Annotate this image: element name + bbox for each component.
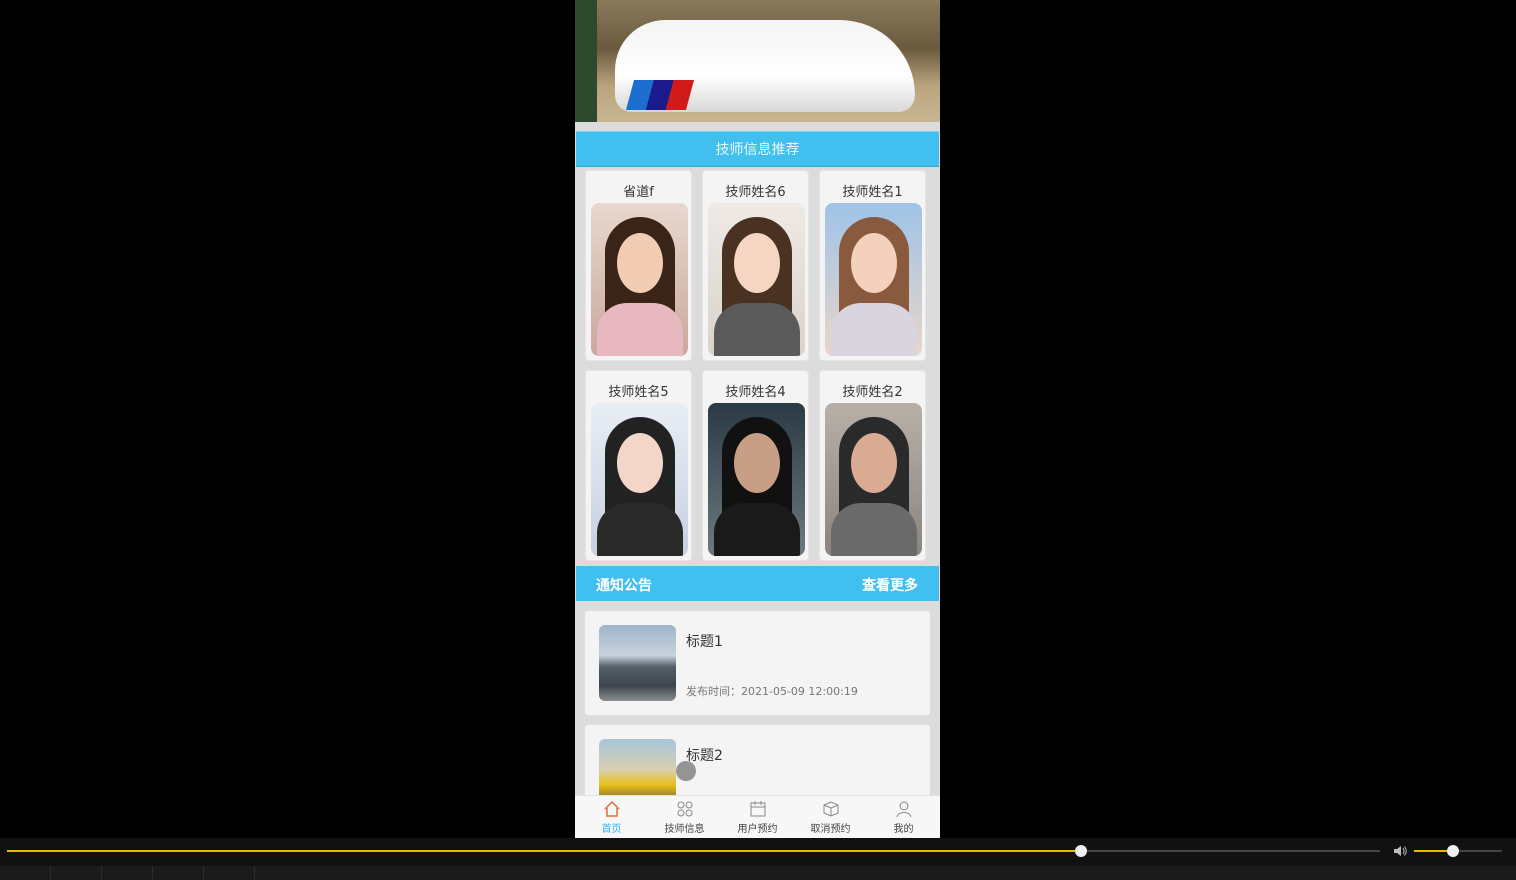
tab-booking[interactable]: 用户预约 — [721, 796, 794, 838]
notice-item[interactable]: 标题2 — [585, 725, 930, 815]
notice-title: 标题1 — [686, 634, 723, 650]
car-stripe — [625, 80, 695, 110]
technician-photo — [825, 203, 922, 356]
technician-section-title: 技师信息推荐 — [715, 142, 800, 158]
technician-photo — [825, 403, 922, 556]
technician-card[interactable]: 技师姓名2 — [819, 370, 926, 561]
notice-time: 发布时间：2021-05-09 12:00:19 — [686, 685, 858, 698]
technician-card[interactable]: 省道f — [585, 170, 692, 361]
tab-profile[interactable]: 我的 — [867, 796, 940, 838]
notice-section-header: 通知公告 查看更多 — [576, 566, 939, 601]
home-icon — [603, 800, 620, 817]
notice-item[interactable]: 标题1 发布时间：2021-05-09 12:00:19 — [585, 611, 930, 715]
volume-slider[interactable] — [1414, 845, 1502, 857]
notice-thumbnail — [599, 625, 676, 701]
technician-name: 技师姓名4 — [725, 385, 786, 400]
box-icon — [823, 801, 838, 817]
technician-card[interactable]: 技师姓名6 — [702, 170, 809, 361]
player-bottom-strip — [0, 866, 1516, 880]
progress-fill — [7, 850, 1081, 852]
technician-photo — [708, 203, 805, 356]
technician-section-header: 技师信息推荐 — [576, 131, 939, 167]
tab-label: 用户预约 — [737, 824, 778, 835]
tab-label: 取消预约 — [810, 824, 851, 835]
technician-photo — [708, 403, 805, 556]
touch-cursor — [676, 761, 696, 781]
volume-icon[interactable] — [1392, 843, 1408, 859]
phone-screen: 技师信息推荐 省道f 技师姓名6 技师姓名1 技师姓名5 技师姓名4 技师姓名2… — [575, 0, 940, 838]
volume-knob[interactable] — [1446, 845, 1459, 857]
video-player-controls — [0, 838, 1516, 880]
progress-knob[interactable] — [1074, 845, 1087, 857]
grid-icon — [677, 801, 692, 817]
technician-card[interactable]: 技师姓名5 — [585, 370, 692, 561]
calendar-icon — [750, 801, 765, 817]
technician-name: 技师姓名1 — [842, 185, 903, 200]
tab-home[interactable]: 首页 — [575, 796, 648, 838]
technician-name: 技师姓名6 — [725, 185, 786, 200]
bottom-tab-bar: 首页 技师信息 用户预约 取消预约 我的 — [575, 795, 940, 838]
tab-technicians[interactable]: 技师信息 — [648, 796, 721, 838]
user-icon — [896, 801, 911, 818]
technician-card[interactable]: 技师姓名4 — [702, 370, 809, 561]
banner-image[interactable] — [575, 0, 940, 122]
tab-cancel[interactable]: 取消预约 — [794, 796, 867, 838]
technician-photo — [591, 203, 688, 356]
banner-edge — [575, 0, 597, 122]
technician-name: 省道f — [623, 185, 654, 200]
technician-card[interactable]: 技师姓名1 — [819, 170, 926, 361]
tab-label: 技师信息 — [664, 824, 705, 835]
tab-label: 首页 — [601, 824, 622, 835]
tab-label: 我的 — [893, 824, 914, 835]
technician-photo — [591, 403, 688, 556]
technician-name: 技师姓名2 — [842, 385, 903, 400]
progress-bar[interactable] — [7, 845, 1380, 857]
notice-section-title: 通知公告 — [596, 578, 652, 594]
view-more-link[interactable]: 查看更多 — [862, 575, 918, 595]
technician-name: 技师姓名5 — [608, 385, 669, 400]
